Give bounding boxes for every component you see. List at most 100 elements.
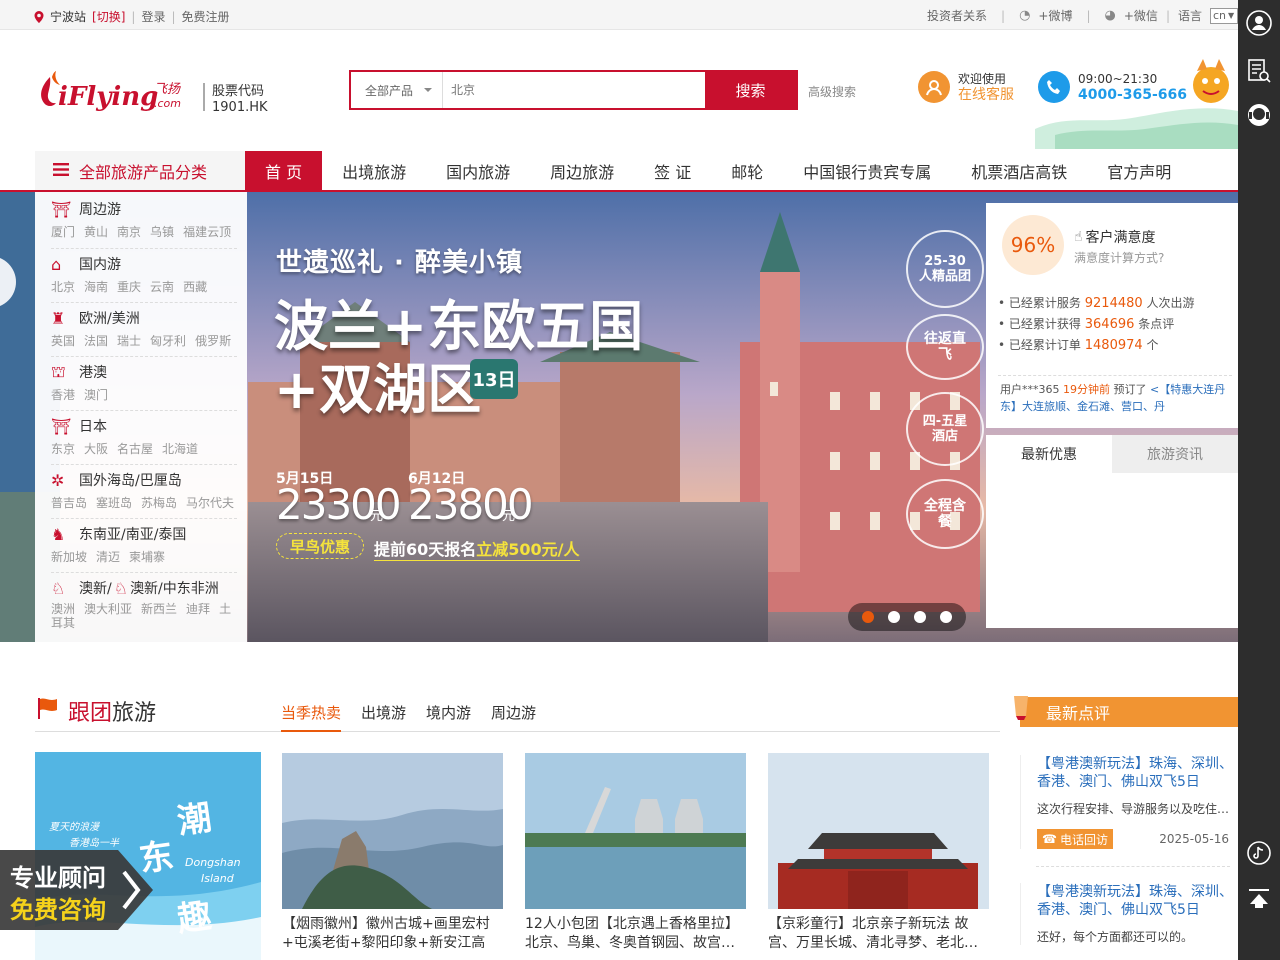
menu-sub-link[interactable]: 重庆 bbox=[117, 280, 141, 294]
menu-sub-link[interactable]: 匈牙利 bbox=[150, 334, 186, 348]
nav-items: 首 页 出境旅游 国内旅游 周边旅游 签 证 邮轮 中国银行贵宾专属 机票酒店高… bbox=[245, 151, 1191, 190]
menu-sub-link[interactable]: 法国 bbox=[84, 334, 108, 348]
review-item[interactable]: 【粤港澳新玩法】珠海、深圳、香港、澳门、佛山双飞5日 这次行程安排、导游服务以及… bbox=[1020, 755, 1238, 849]
menu-sub-link[interactable]: 海南 bbox=[84, 280, 108, 294]
menu-sub-link[interactable]: 乌镇 bbox=[150, 225, 174, 239]
customer-service-icon[interactable] bbox=[1244, 100, 1274, 130]
menu-group-nearby[interactable]: ⛩ 周边游 厦门 黄山 南京 乌镇 福建云顶 bbox=[35, 192, 247, 246]
all-categories-button[interactable]: 全部旅游产品分类 bbox=[35, 151, 245, 190]
menu-sub-link[interactable]: 香港 bbox=[51, 388, 75, 402]
menu-sub-link[interactable]: 名古屋 bbox=[117, 442, 153, 456]
menu-sub-link[interactable]: 俄罗斯 bbox=[195, 334, 231, 348]
nav-visa[interactable]: 签 证 bbox=[634, 151, 711, 190]
menu-sub-link[interactable]: 云南 bbox=[150, 280, 174, 294]
menu-sub-link[interactable]: 北海道 bbox=[162, 442, 198, 456]
advanced-search-link[interactable]: 高级搜索 bbox=[808, 83, 856, 100]
menu-group-europe-america[interactable]: ♜ 欧洲/美洲 英国 法国 瑞士 匈牙利 俄罗斯 bbox=[35, 301, 247, 355]
tab-latest-offers[interactable]: 最新优惠 bbox=[986, 435, 1112, 473]
user-icon[interactable] bbox=[1244, 8, 1274, 38]
menu-sub-link[interactable]: 大阪 bbox=[84, 442, 108, 456]
back-to-top-icon[interactable] bbox=[1244, 884, 1274, 914]
satisfaction-method-link[interactable]: 满意度计算方式? bbox=[1074, 249, 1164, 266]
menu-sub-link[interactable]: 黄山 bbox=[84, 225, 108, 239]
order-search-icon[interactable] bbox=[1244, 56, 1274, 86]
menu-sub-link[interactable]: 西藏 bbox=[183, 280, 207, 294]
tour-card[interactable]: 【京彩童行】北京亲子新玩法 故宫、万里长城、清北寻梦、老北… bbox=[768, 753, 989, 953]
menu-group-japan[interactable]: ⛩ 日本 东京 大阪 名古屋 北海道 bbox=[35, 409, 247, 463]
search-category-select[interactable]: 全部产品 bbox=[351, 72, 443, 108]
pagoda-icon: ⛫ bbox=[51, 361, 66, 381]
stat-line-service: • 已经累计服务 9214480 人次出游 bbox=[998, 296, 1195, 311]
banner-yuan-1: 元 bbox=[370, 509, 384, 524]
tour-card-image bbox=[282, 753, 503, 909]
menu-group-southeast-asia[interactable]: ♞ 东南亚/南亚/泰国 新加坡 清迈 柬埔寨 bbox=[35, 517, 247, 571]
menu-sub-link[interactable]: 福建云顶 bbox=[183, 225, 231, 239]
review-title[interactable]: 【粤港澳新玩法】珠海、深圳、香港、澳门、佛山双飞5日 bbox=[1037, 755, 1238, 791]
menu-sub-link[interactable]: 澳大利亚 bbox=[84, 602, 132, 616]
menu-group-title: 国外海岛/巴厘岛 bbox=[79, 473, 182, 489]
menu-group-domestic[interactable]: ⌂ 国内游 北京 海南 重庆 云南 西藏 bbox=[35, 247, 247, 301]
kangaroo-icon: ♘ bbox=[51, 578, 66, 598]
online-service[interactable]: 欢迎使用 在线客服 bbox=[918, 71, 1014, 103]
tab-outbound[interactable]: 出境游 bbox=[361, 702, 406, 732]
menu-sub-link[interactable]: 瑞士 bbox=[117, 334, 141, 348]
tab-domestic[interactable]: 境内游 bbox=[426, 702, 471, 732]
search-button[interactable]: 搜索 bbox=[705, 72, 796, 108]
login-link[interactable]: 登录 bbox=[141, 8, 165, 25]
search-input[interactable] bbox=[443, 72, 705, 108]
tour-card[interactable]: 12人小包团【北京遇上香格里拉】北京、鸟巢、冬奥首钢园、故宫… bbox=[525, 753, 746, 953]
nav-domestic[interactable]: 国内旅游 bbox=[426, 151, 530, 190]
review-item[interactable]: 【粤港澳新玩法】珠海、深圳、香港、澳门、佛山双飞5日 还好，每个方面都还可以的。 bbox=[1020, 883, 1238, 945]
top-bar: 宁波站 [切换] | 登录 | 免费注册 投资者关系 | ◔ +微博 | ◕ +… bbox=[0, 0, 1238, 30]
menu-sub-link[interactable]: 普吉岛 bbox=[51, 496, 87, 510]
banner-dots bbox=[848, 603, 966, 631]
menu-group-hk-macau[interactable]: ⛫ 港澳 香港 澳门 bbox=[35, 355, 247, 409]
menu-sub-link[interactable]: 南京 bbox=[117, 225, 141, 239]
switch-city-link[interactable]: [切换] bbox=[92, 8, 125, 25]
menu-group-islands[interactable]: ✲ 国外海岛/巴厘岛 普吉岛 塞班岛 苏梅岛 马尔代夫 bbox=[35, 463, 247, 517]
menu-sub-link[interactable]: 东京 bbox=[51, 442, 75, 456]
carousel-dot[interactable] bbox=[862, 611, 874, 623]
review-title[interactable]: 【粤港澳新玩法】珠海、深圳、香港、澳门、佛山双飞5日 bbox=[1037, 883, 1238, 919]
tab-travel-news[interactable]: 旅游资讯 bbox=[1112, 435, 1238, 473]
menu-sub-link[interactable]: 澳洲 bbox=[51, 602, 75, 616]
recent-booking[interactable]: 用户***365 19分钟前 预订了 <【特惠大连丹东】大连旅顺、金石滩、营口、… bbox=[1000, 381, 1226, 415]
menu-sub-link[interactable]: 新加坡 bbox=[51, 550, 87, 564]
tab-nearby[interactable]: 周边游 bbox=[491, 702, 536, 732]
nav-ticket-hotel-rail[interactable]: 机票酒店高铁 bbox=[951, 151, 1087, 190]
menu-sub-link[interactable]: 北京 bbox=[51, 280, 75, 294]
tiktok-icon[interactable] bbox=[1244, 838, 1274, 868]
nav-nearby[interactable]: 周边旅游 bbox=[530, 151, 634, 190]
carousel-dot[interactable] bbox=[914, 611, 926, 623]
carousel-dot[interactable] bbox=[888, 611, 900, 623]
mascot-decoration bbox=[1035, 51, 1238, 149]
nav-outbound[interactable]: 出境旅游 bbox=[322, 151, 426, 190]
menu-sub-link[interactable]: 苏梅岛 bbox=[141, 496, 177, 510]
nav-home[interactable]: 首 页 bbox=[245, 151, 323, 190]
menu-sub-link[interactable]: 塞班岛 bbox=[96, 496, 132, 510]
menu-sub-link[interactable]: 柬埔寨 bbox=[129, 550, 165, 564]
investor-relations-link[interactable]: 投资者关系 bbox=[927, 7, 987, 24]
nav-boc-vip[interactable]: 中国银行贵宾专属 bbox=[783, 151, 951, 190]
consult-float-button[interactable]: 专业顾问 免费咨询 bbox=[0, 850, 153, 930]
menu-sub-link[interactable]: 迪拜 bbox=[186, 602, 210, 616]
menu-sub-link[interactable]: 澳门 bbox=[84, 388, 108, 402]
carousel-dot[interactable] bbox=[940, 611, 952, 623]
tab-seasonal-hot[interactable]: 当季热卖 bbox=[281, 702, 342, 732]
tour-card[interactable]: 【烟雨徽州】徽州古城+画里宏村+屯溪老街+黎阳印象+新安江高铁… bbox=[282, 753, 503, 953]
menu-sub-link[interactable]: 英国 bbox=[51, 334, 75, 348]
site-logo[interactable]: iFlying 飞扬 .com 股票代码 1901.HK bbox=[36, 67, 276, 117]
menu-sub-link[interactable]: 厦门 bbox=[51, 225, 75, 239]
register-link[interactable]: 免费注册 bbox=[182, 8, 230, 25]
menu-sub-link[interactable]: 清迈 bbox=[96, 550, 120, 564]
nav-cruise[interactable]: 邮轮 bbox=[711, 151, 783, 190]
weibo-link[interactable]: +微博 bbox=[1038, 7, 1072, 24]
menu-sub-link[interactable]: 马尔代夫 bbox=[186, 496, 234, 510]
nav-official-statement[interactable]: 官方声明 bbox=[1087, 151, 1191, 190]
menu-group-title: 国内游 bbox=[79, 257, 121, 273]
right-toolbar bbox=[1238, 0, 1280, 960]
language-select[interactable]: cn ▼ bbox=[1210, 7, 1238, 24]
wechat-link[interactable]: +微信 bbox=[1124, 7, 1158, 24]
menu-sub-link[interactable]: 新西兰 bbox=[141, 602, 177, 616]
menu-group-oceania[interactable]: ♘ 澳新/♘ 澳新/中东非洲 澳洲 澳大利亚 新西兰 迪拜 土耳其 bbox=[35, 571, 247, 642]
